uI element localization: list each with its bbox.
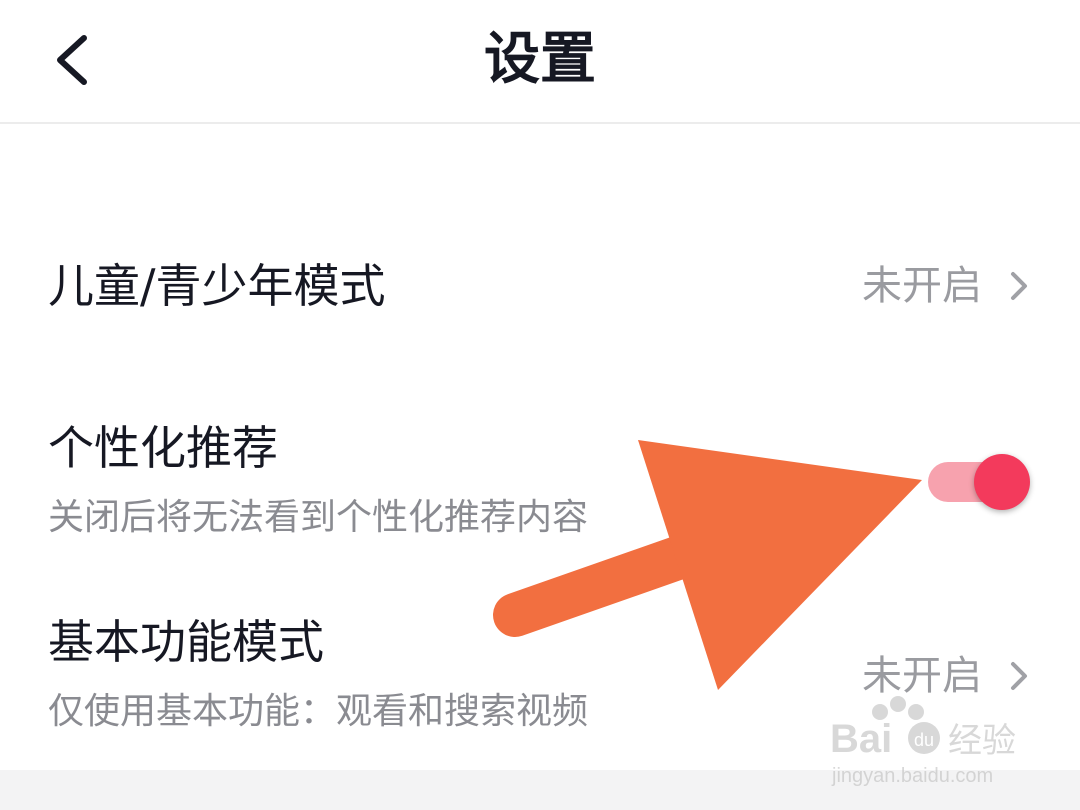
- setting-title: 基本功能模式: [48, 615, 324, 669]
- setting-title: 儿童/青少年模式: [48, 259, 386, 313]
- page-title: 设置: [484, 27, 596, 92]
- chevron-right-icon: [1011, 272, 1027, 300]
- setting-row-teen-mode[interactable]: 儿童/青少年模式 未开启: [0, 250, 1080, 326]
- setting-value: 未开启: [862, 263, 982, 309]
- chevron-right-icon: [1011, 662, 1027, 690]
- setting-value: 未开启: [862, 653, 982, 699]
- setting-row-personalized-recommendation: 个性化推荐 关闭后将无法看到个性化推荐内容: [0, 414, 1080, 554]
- setting-title: 个性化推荐: [48, 421, 278, 475]
- setting-row-basic-mode[interactable]: 基本功能模式 仅使用基本功能：观看和搜索视频 未开启: [0, 608, 1080, 748]
- setting-description: 关闭后将无法看到个性化推荐内容: [48, 497, 589, 538]
- setting-description: 仅使用基本功能：观看和搜索视频: [48, 691, 589, 732]
- toggle-knob: [974, 454, 1030, 510]
- section-divider: [0, 770, 1080, 810]
- personalized-recommendation-toggle[interactable]: [928, 454, 1034, 510]
- top-nav-bar: 设置: [0, 0, 1080, 124]
